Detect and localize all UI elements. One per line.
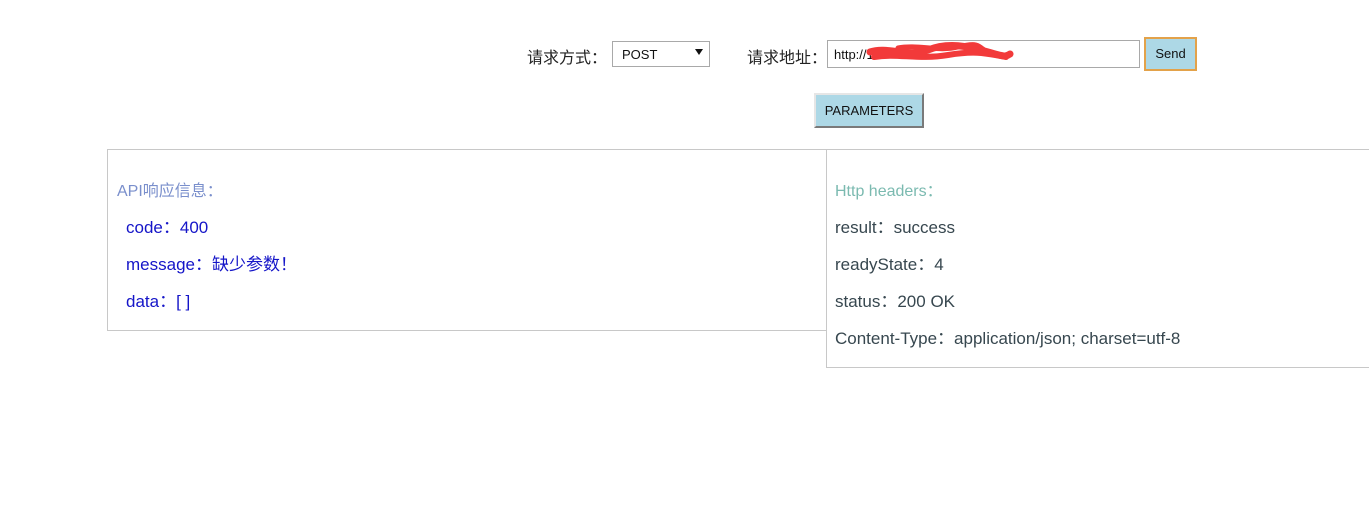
page: 请求方式： POST 请求地址： http://1 Send PARAMETER… xyxy=(0,0,1369,529)
http-headers-panel: Http headers： result：success readyState：… xyxy=(826,149,1369,368)
http-header-row: status：200 OK xyxy=(835,292,956,311)
api-response-panel: API响应信息： code：400 message：缺少参数！ data：[ ] xyxy=(107,149,827,331)
dropdown-arrow-icon xyxy=(695,49,703,55)
http-headers-title: Http headers： xyxy=(835,183,943,200)
method-label: 请求方式： xyxy=(527,50,608,67)
api-response-title: API响应信息： xyxy=(117,183,223,200)
api-response-row: code：400 xyxy=(126,218,209,237)
api-response-row: data：[ ] xyxy=(126,292,191,311)
http-header-row: readyState：4 xyxy=(835,255,944,274)
parameters-button[interactable]: PARAMETERS xyxy=(814,93,924,128)
http-header-row: Content-Type：application/json; charset=u… xyxy=(835,329,1181,348)
method-select[interactable]: POST xyxy=(612,41,710,67)
method-select-value: POST xyxy=(622,47,658,62)
api-response-row: message：缺少参数！ xyxy=(126,255,297,274)
send-button[interactable]: Send xyxy=(1144,37,1197,71)
http-header-row: result：success xyxy=(835,218,955,237)
url-label: 请求地址： xyxy=(747,50,828,67)
